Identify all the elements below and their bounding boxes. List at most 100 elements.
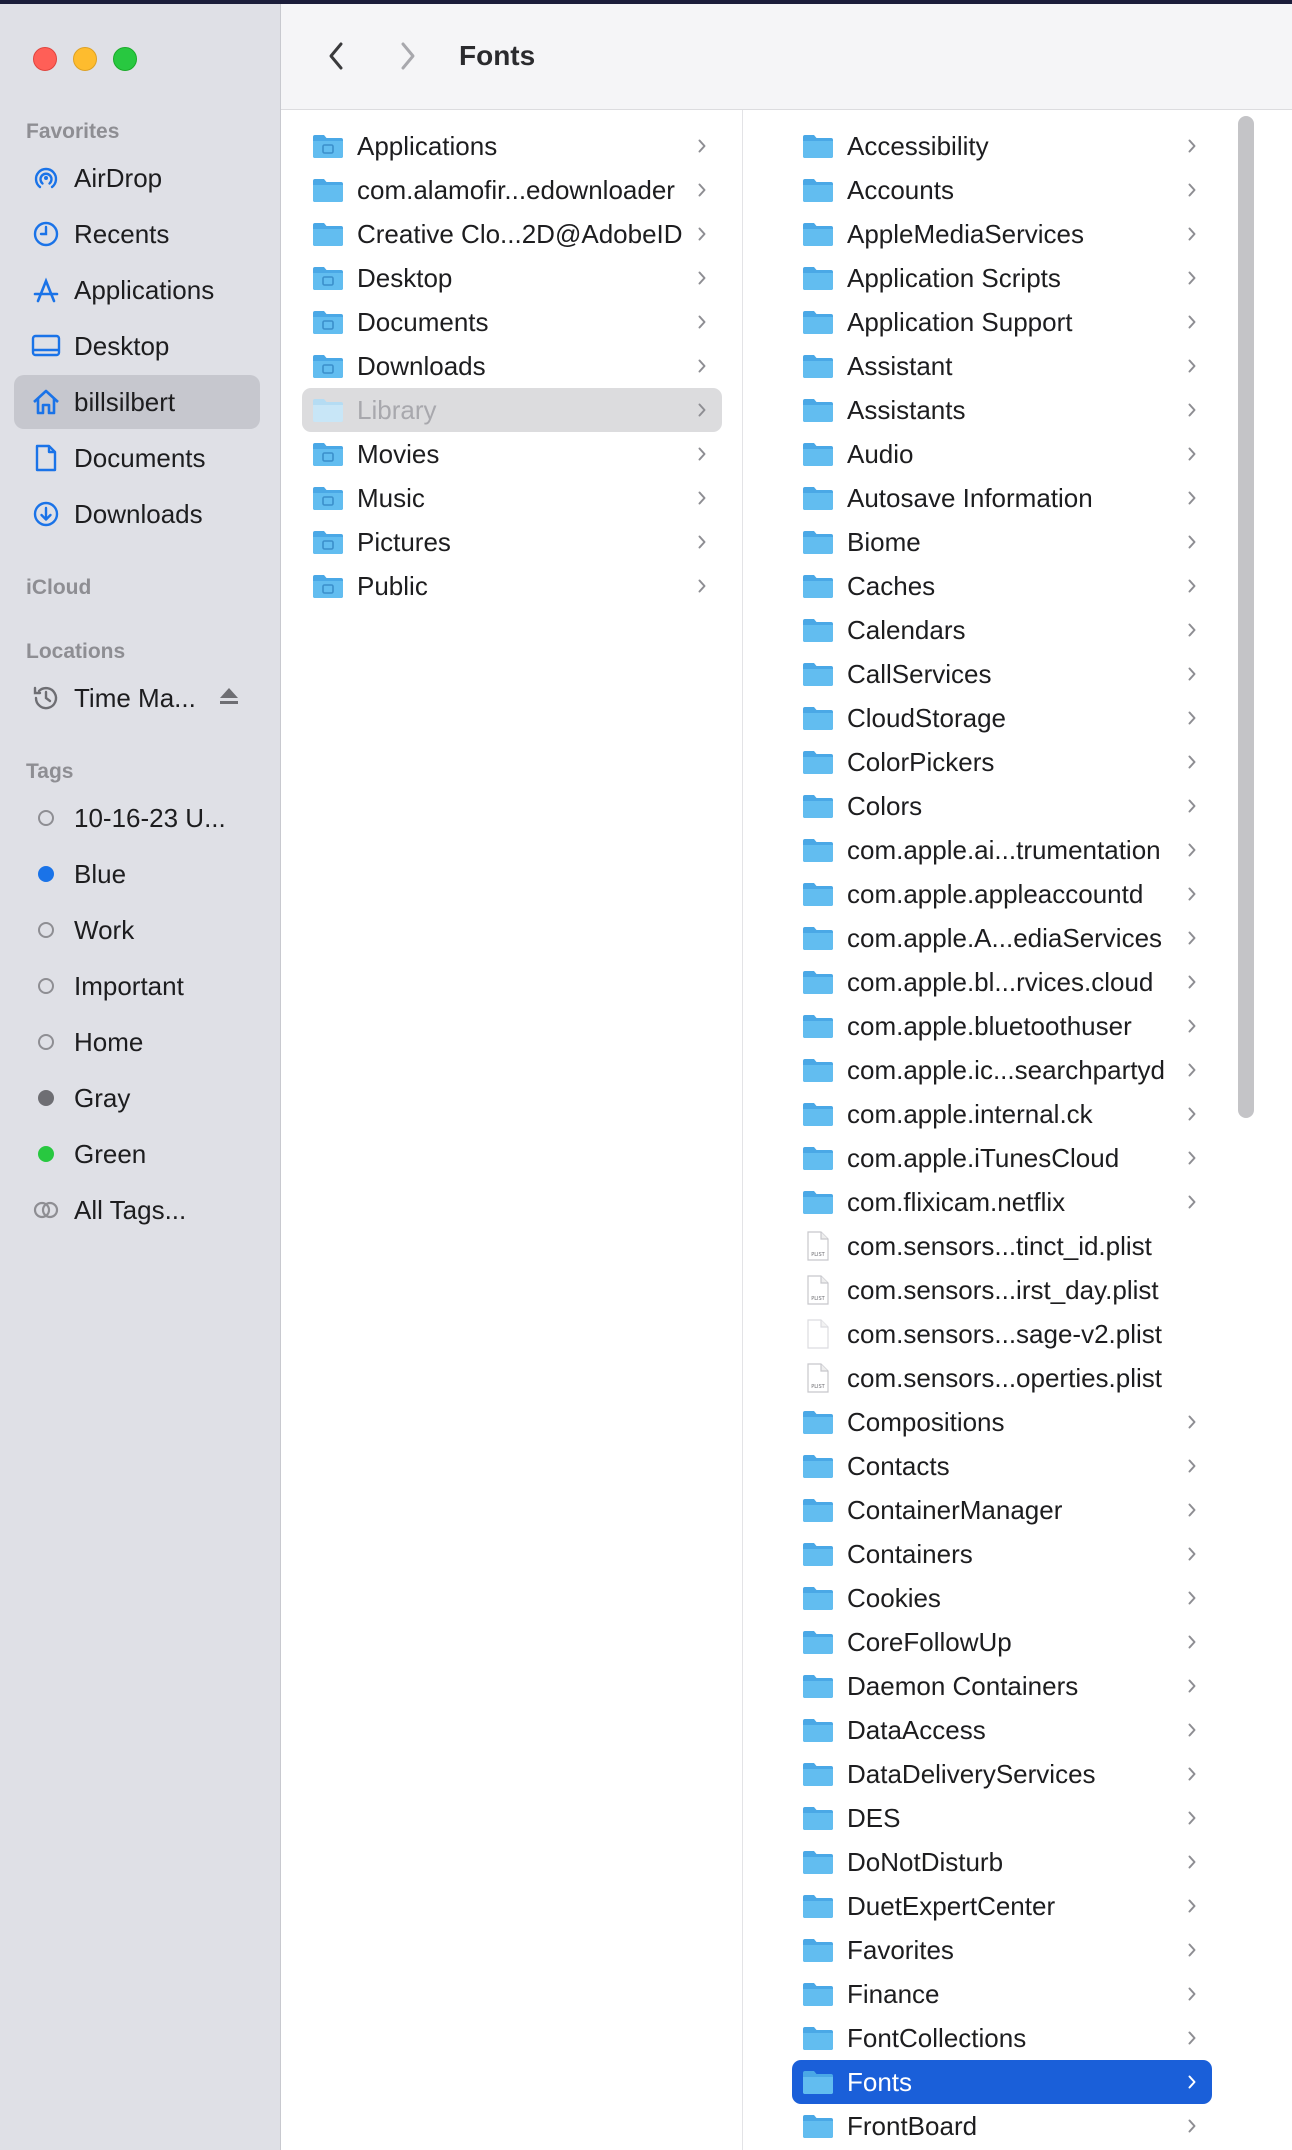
column-home[interactable]: Applications com.alamofir...edownloader Cr… [281, 110, 743, 2150]
folder-icon [802, 704, 834, 732]
list-item-com-sensors-irst-day-plist[interactable]: PLIST com.sensors...irst_day.plist [792, 1268, 1212, 1312]
list-item-desktop[interactable]: Desktop [302, 256, 722, 300]
sidebar-tag-work[interactable]: Work [14, 903, 260, 957]
list-item-com-apple-internal-ck[interactable]: com.apple.internal.ck [792, 1092, 1212, 1136]
list-item-com-apple-bl-rvices-cloud[interactable]: com.apple.bl...rvices.cloud [792, 960, 1212, 1004]
list-item-corefollowup[interactable]: CoreFollowUp [792, 1620, 1212, 1664]
list-item-com-apple-bluetoothuser[interactable]: com.apple.bluetoothuser [792, 1004, 1212, 1048]
sidebar-item-label: Applications [74, 274, 215, 305]
list-item-com-apple-ai-trumentation[interactable]: com.apple.ai...trumentation [792, 828, 1212, 872]
folder-icon [802, 1804, 834, 1832]
folder-icon [802, 1408, 834, 1436]
chevron-right-icon [1184, 1720, 1200, 1740]
sidebar-item-time-machine[interactable]: Time Ma... [14, 671, 260, 725]
list-item-containers[interactable]: Containers [792, 1532, 1212, 1576]
list-item-cloudstorage[interactable]: CloudStorage [792, 696, 1212, 740]
list-item-daemon-containers[interactable]: Daemon Containers [792, 1664, 1212, 1708]
sidebar-tag-home[interactable]: Home [14, 1015, 260, 1069]
list-item-audio[interactable]: Audio [792, 432, 1212, 476]
list-item-callservices[interactable]: CallServices [792, 652, 1212, 696]
list-item-applications[interactable]: Applications [302, 124, 722, 168]
close-window-button[interactable] [33, 47, 57, 71]
list-item-donotdisturb[interactable]: DoNotDisturb [792, 1840, 1212, 1884]
list-item-library[interactable]: Library [302, 388, 722, 432]
list-item-calendars[interactable]: Calendars [792, 608, 1212, 652]
list-item-fonts[interactable]: Fonts [792, 2060, 1212, 2104]
sidebar-tag-10-16-23[interactable]: 10-16-23 U... [14, 791, 260, 845]
list-item-des[interactable]: DES [792, 1796, 1212, 1840]
item-label: com.sensors...sage-v2.plist [847, 1318, 1163, 1349]
list-item-autosave-information[interactable]: Autosave Information [792, 476, 1212, 520]
sidebar-item-home[interactable]: billsilbert [14, 375, 260, 429]
list-item-contacts[interactable]: Contacts [792, 1444, 1212, 1488]
item-label: ContainerManager [847, 1494, 1063, 1525]
list-item-accessibility[interactable]: Accessibility [792, 124, 1212, 168]
sidebar-item-airdrop[interactable]: AirDrop [14, 151, 260, 205]
chevron-right-icon [1184, 840, 1200, 860]
chevron-right-icon [1184, 1808, 1200, 1828]
file-icon [802, 1319, 834, 1349]
sidebar-item-recents[interactable]: Recents [14, 207, 260, 261]
list-item-com-sensors-tinct-id-plist[interactable]: PLIST com.sensors...tinct_id.plist [792, 1224, 1212, 1268]
list-item-documents[interactable]: Documents [302, 300, 722, 344]
list-item-frontboard[interactable]: FrontBoard [792, 2104, 1212, 2148]
list-item-com-apple-itunescloud[interactable]: com.apple.iTunesCloud [792, 1136, 1212, 1180]
list-item-compositions[interactable]: Compositions [792, 1400, 1212, 1444]
list-item-containermanager[interactable]: ContainerManager [792, 1488, 1212, 1532]
list-item-accounts[interactable]: Accounts [792, 168, 1212, 212]
list-item-favorites[interactable]: Favorites [792, 1928, 1212, 1972]
item-label: CloudStorage [847, 702, 1006, 733]
minimize-window-button[interactable] [73, 47, 97, 71]
list-item-application-support[interactable]: Application Support [792, 300, 1212, 344]
item-label: DoNotDisturb [847, 1846, 1004, 1877]
list-item-cookies[interactable]: Cookies [792, 1576, 1212, 1620]
back-button[interactable] [321, 36, 351, 76]
list-item-assistant[interactable]: Assistant [792, 344, 1212, 388]
sidebar-item-desktop[interactable]: Desktop [14, 319, 260, 373]
list-item-finance[interactable]: Finance [792, 1972, 1212, 2016]
list-item-creative-clo-2d-adobeid[interactable]: Creative Clo...2D@AdobeID [302, 212, 722, 256]
sidebar-item-downloads[interactable]: Downloads [14, 487, 260, 541]
tag-dot-icon [30, 970, 62, 1002]
sidebar-item-applications[interactable]: Applications [14, 263, 260, 317]
sidebar-tag-blue[interactable]: Blue [14, 847, 260, 901]
sidebar-item-label: Time Ma... [74, 682, 196, 713]
list-item-applemediaservices[interactable]: AppleMediaServices [792, 212, 1212, 256]
item-label: Downloads [357, 350, 486, 381]
list-item-com-sensors-sage-v2-plist[interactable]: com.sensors...sage-v2.plist [792, 1312, 1212, 1356]
sidebar-tag-gray[interactable]: Gray [14, 1071, 260, 1125]
list-item-fontcollections[interactable]: FontCollections [792, 2016, 1212, 2060]
list-item-dataaccess[interactable]: DataAccess [792, 1708, 1212, 1752]
column-library[interactable]: Accessibility Accounts AppleMediaServices A… [743, 110, 1292, 2150]
eject-icon[interactable] [218, 686, 240, 711]
sidebar-all-tags[interactable]: All Tags... [14, 1183, 260, 1237]
folder-icon [802, 396, 834, 424]
sidebar-item-documents[interactable]: Documents [14, 431, 260, 485]
sidebar-tag-important[interactable]: Important [14, 959, 260, 1013]
list-item-com-apple-a-ediaservices[interactable]: com.apple.A...ediaServices [792, 916, 1212, 960]
item-label: AppleMediaServices [847, 218, 1085, 249]
list-item-com-flixicam-netflix[interactable]: com.flixicam.netflix [792, 1180, 1212, 1224]
list-item-colorpickers[interactable]: ColorPickers [792, 740, 1212, 784]
chevron-right-icon [1184, 1852, 1200, 1872]
list-item-colors[interactable]: Colors [792, 784, 1212, 828]
list-item-biome[interactable]: Biome [792, 520, 1212, 564]
list-item-com-sensors-operties-plist[interactable]: PLIST com.sensors...operties.plist [792, 1356, 1212, 1400]
list-item-application-scripts[interactable]: Application Scripts [792, 256, 1212, 300]
scrollbar-thumb[interactable] [1238, 116, 1254, 1118]
list-item-com-apple-appleaccountd[interactable]: com.apple.appleaccountd [792, 872, 1212, 916]
list-item-music[interactable]: Music [302, 476, 722, 520]
list-item-public[interactable]: Public [302, 564, 722, 608]
list-item-com-alamofir-edownloader[interactable]: com.alamofir...edownloader [302, 168, 722, 212]
list-item-downloads[interactable]: Downloads [302, 344, 722, 388]
zoom-window-button[interactable] [113, 47, 137, 71]
list-item-caches[interactable]: Caches [792, 564, 1212, 608]
list-item-com-apple-ic-searchpartyd[interactable]: com.apple.ic...searchpartyd [792, 1048, 1212, 1092]
forward-button[interactable] [393, 36, 423, 76]
list-item-movies[interactable]: Movies [302, 432, 722, 476]
list-item-assistants[interactable]: Assistants [792, 388, 1212, 432]
list-item-duetexpertcenter[interactable]: DuetExpertCenter [792, 1884, 1212, 1928]
list-item-datadeliveryservices[interactable]: DataDeliveryServices [792, 1752, 1212, 1796]
list-item-pictures[interactable]: Pictures [302, 520, 722, 564]
sidebar-tag-green[interactable]: Green [14, 1127, 260, 1181]
